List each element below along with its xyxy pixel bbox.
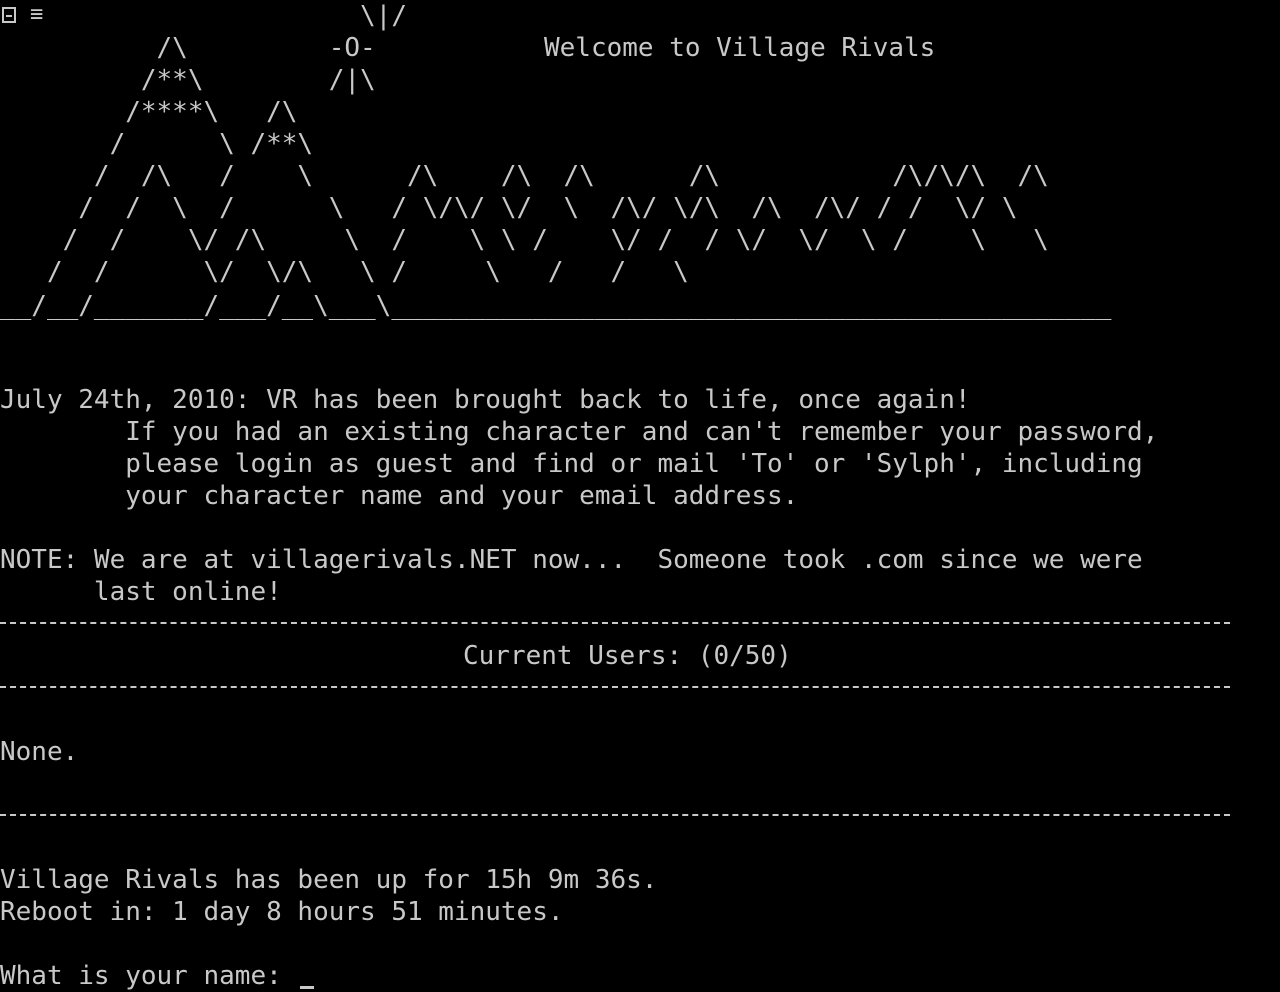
divider [0, 622, 1230, 624]
page-title: Welcome to Village Rivals [544, 33, 936, 63]
text-cursor [300, 986, 314, 989]
art-line: /\ -O- [0, 33, 376, 63]
art-line: / / \/ \/\ \ / \ / / \ [0, 257, 689, 287]
art-line: / / \/ /\ \ / \ \ / \/ / / \/ \/ \ / \ \ [0, 225, 1049, 255]
uptime-text: Village Rivals has been up for 15h 9m 36… [0, 865, 658, 895]
divider [0, 686, 1230, 688]
news-line: July 24th, 2010: VR has been brought bac… [0, 385, 971, 415]
art-line: /**\ /|\ [0, 65, 376, 95]
divider [0, 814, 1230, 816]
art-line: /****\ /\ [0, 97, 298, 127]
art-line: __/__/_______/___/__\___\_______________… [0, 291, 1112, 321]
note-line: NOTE: We are at villagerivals.NET now...… [0, 545, 1143, 575]
news-line: your character name and your email addre… [0, 481, 799, 511]
art-line: / /\ / \ /\ /\ /\ /\ /\/\/\ /\ [0, 161, 1049, 191]
news-line: please login as guest and find or mail '… [0, 449, 1143, 479]
users-header: Current Users: (0/50) [463, 641, 792, 671]
name-prompt-label: What is your name: [0, 961, 282, 991]
news-line: If you had an existing character and can… [0, 417, 1159, 447]
name-input[interactable] [300, 960, 900, 992]
users-list: None. [0, 737, 79, 767]
reboot-text: Reboot in: 1 day 8 hours 51 minutes. [0, 897, 564, 927]
note-line: last online! [0, 577, 282, 607]
art-line: / \ /**\ [0, 129, 314, 159]
art-line: / / \ / \ / \/\/ \/ \ /\/ \/\ /\ /\/ / /… [0, 193, 1018, 223]
art-line: \|/ [0, 1, 407, 31]
